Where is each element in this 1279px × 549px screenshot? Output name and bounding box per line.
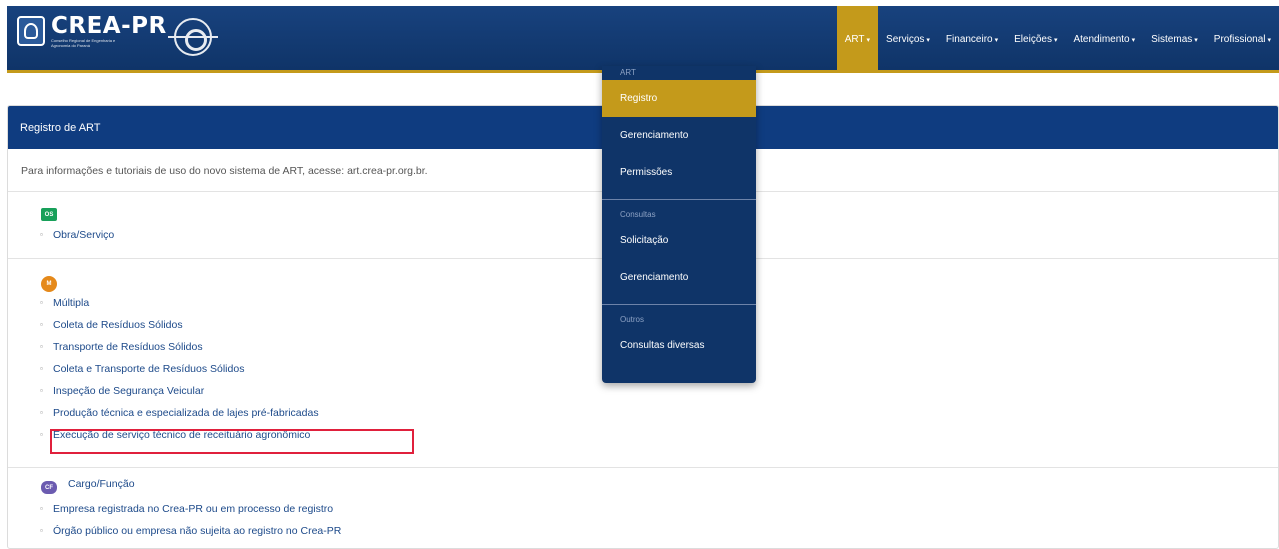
dropdown-item-gerenciamento-consultas[interactable]: Gerenciamento [602,259,756,296]
badge-m: M [41,276,57,292]
cargo-funcao-label: Cargo/Função [68,478,135,490]
menu-sistemas[interactable]: Sistemas ▾ [1143,6,1206,73]
caret-down-icon: ▾ [994,36,999,44]
link-coleta-transporte-residuos[interactable]: Coleta e Transporte de Resíduos Sólidos [40,358,319,380]
badge-cf: CF [41,481,57,494]
brand-title: CREA-PR [51,13,167,39]
dropdown-divider [602,304,756,305]
dropdown-divider [602,199,756,200]
dropdown-header-outros: Outros [620,315,645,324]
link-inspecao-seguranca[interactable]: Inspeção de Segurança Veicular [40,380,319,402]
highlight-box [50,429,414,454]
caret-down-icon: ▾ [1053,36,1058,44]
caret-down-icon: ▾ [1131,36,1136,44]
dropdown-item-consultas-diversas[interactable]: Consultas diversas [602,327,756,364]
caret-down-icon: ▾ [1194,36,1198,44]
link-orgao-publico[interactable]: Órgão público ou empresa não sujeita ao … [40,520,341,542]
dropdown-header-art: ART [620,68,636,77]
dropdown-item-gerenciamento[interactable]: Gerenciamento [602,117,756,154]
main-menu: ART ▾ Serviços ▾ Financeiro ▾ Eleições ▾ Ate… [836,6,1279,73]
dropdown-item-registro[interactable]: Registro [602,80,756,117]
link-multipla[interactable]: Múltipla [40,292,319,314]
menu-eleicoes[interactable]: Eleições ▾ [1006,6,1065,73]
link-coleta-residuos[interactable]: Coleta de Resíduos Sólidos [40,314,319,336]
dropdown-item-solicitacao[interactable]: Solicitação [602,222,756,259]
menu-financeiro[interactable]: Financeiro ▾ [938,6,1006,73]
menu-servicos[interactable]: Serviços ▾ [878,6,938,73]
caret-down-icon: ▾ [926,36,930,44]
link-empresa-registrada[interactable]: Empresa registrada no Crea-PR ou em proc… [40,498,341,520]
section-cargo-funcao: CF Cargo/Função Empresa registrada no Cr… [8,468,1278,548]
menu-profissional[interactable]: Profissional ▾ [1206,6,1279,73]
badge-os: OS [41,208,57,221]
gear-emblem-icon [168,18,218,56]
link-transporte-residuos[interactable]: Transporte de Resíduos Sólidos [40,336,319,358]
link-obra-servico[interactable]: Obra/Serviço [40,224,114,246]
crea-seal-icon [17,16,45,46]
dropdown-item-permissoes[interactable]: Permissões [602,154,756,191]
menu-atendimento[interactable]: Atendimento ▾ [1065,6,1143,73]
art-dropdown-menu: ART Registro Gerenciamento Permissões Co… [602,66,756,383]
link-producao-lajes[interactable]: Produção técnica e especializada de laje… [40,402,319,424]
top-navbar: CREA-PR Conselho Regional de Engenharia … [7,6,1279,73]
caret-down-icon: ▾ [1267,36,1271,44]
caret-down-icon: ▾ [866,36,871,44]
brand-subtitle: Conselho Regional de Engenharia e Agrono… [51,38,116,48]
menu-art[interactable]: ART ▾ [836,6,879,73]
crea-pr-logo[interactable]: CREA-PR Conselho Regional de Engenharia … [17,14,167,48]
dropdown-header-consultas: Consultas [620,210,656,219]
